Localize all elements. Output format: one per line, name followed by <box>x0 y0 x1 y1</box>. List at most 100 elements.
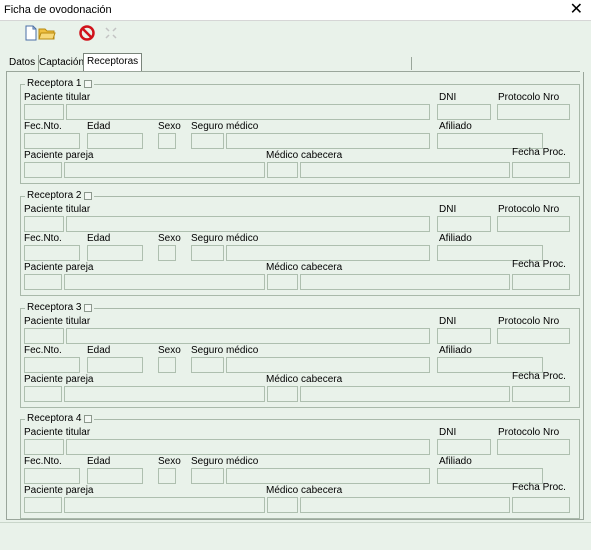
receptora-checkbox[interactable] <box>84 79 93 88</box>
paciente-pareja-label: Paciente pareja <box>24 374 94 385</box>
fec-nto-field[interactable] <box>24 245 80 261</box>
seguro-code-field[interactable] <box>191 468 224 484</box>
tab-receptoras[interactable]: Receptoras <box>83 53 143 72</box>
seguro-name-field[interactable] <box>226 468 430 484</box>
sexo-label: Sexo <box>158 345 181 356</box>
paciente-pareja-name-field[interactable] <box>64 386 265 402</box>
fec-nto-label: Fec.Nto. <box>24 456 62 467</box>
tab-datos[interactable]: Datos <box>6 55 40 71</box>
fec-nto-field[interactable] <box>24 357 80 373</box>
protocolo-field[interactable] <box>497 328 570 344</box>
protocolo-field[interactable] <box>497 216 570 232</box>
open-folder-icon[interactable] <box>38 24 56 42</box>
sexo-field[interactable] <box>158 357 176 373</box>
protocolo-field[interactable] <box>497 104 570 120</box>
receptora-legend: Receptora 3 <box>25 302 95 313</box>
paciente-pareja-code-field[interactable] <box>24 274 62 290</box>
paciente-pareja-code-field[interactable] <box>24 386 62 402</box>
paciente-titular-name-field[interactable] <box>66 439 430 455</box>
medico-name-field[interactable] <box>300 162 510 178</box>
bottom-bar <box>0 522 591 550</box>
dni-field[interactable] <box>437 328 491 344</box>
paciente-titular-code-field[interactable] <box>24 439 64 455</box>
medico-code-field[interactable] <box>267 497 298 513</box>
paciente-pareja-name-field[interactable] <box>64 497 265 513</box>
fecha-proc-field[interactable] <box>512 497 570 513</box>
cancel-icon[interactable] <box>78 24 96 42</box>
protocolo-label: Protocolo Nro <box>498 316 560 327</box>
paciente-pareja-label: Paciente pareja <box>24 150 94 161</box>
fecha-proc-label: Fecha Proc. <box>512 482 566 493</box>
dni-field[interactable] <box>437 104 491 120</box>
seguro-name-field[interactable] <box>226 133 430 149</box>
fecha-proc-field[interactable] <box>512 274 570 290</box>
sexo-field[interactable] <box>158 245 176 261</box>
tab-strip: Datos Captación Receptoras <box>6 53 584 72</box>
fec-nto-label: Fec.Nto. <box>24 345 62 356</box>
dni-field[interactable] <box>437 439 491 455</box>
close-icon[interactable]: ✕ <box>570 0 583 20</box>
window-title: Ficha de ovodonación <box>4 4 112 16</box>
sexo-field[interactable] <box>158 133 176 149</box>
protocolo-field[interactable] <box>497 439 570 455</box>
fecha-proc-field[interactable] <box>512 162 570 178</box>
receptora-group: Receptora 2 Paciente titular DNI Protoco… <box>20 190 580 296</box>
medico-name-field[interactable] <box>300 274 510 290</box>
receptora-checkbox[interactable] <box>84 414 93 423</box>
medico-name-field[interactable] <box>300 497 510 513</box>
paciente-pareja-label: Paciente pareja <box>24 485 94 496</box>
toolbar <box>0 21 591 45</box>
receptora-checkbox[interactable] <box>84 191 93 200</box>
fec-nto-field[interactable] <box>24 468 80 484</box>
receptora-title: Receptora 3 <box>27 302 82 313</box>
protocolo-label: Protocolo Nro <box>498 92 560 103</box>
receptoras-panel: Receptora 1 Paciente titular DNI Protoco… <box>6 72 584 520</box>
paciente-titular-name-field[interactable] <box>66 216 430 232</box>
edad-field[interactable] <box>87 245 143 261</box>
medico-code-field[interactable] <box>267 274 298 290</box>
seguro-code-field[interactable] <box>191 357 224 373</box>
seguro-label: Seguro médico <box>191 345 259 356</box>
title-bar: Ficha de ovodonación ✕ <box>0 0 591 21</box>
paciente-titular-label: Paciente titular <box>24 427 91 438</box>
fecha-proc-field[interactable] <box>512 386 570 402</box>
seguro-label: Seguro médico <box>191 456 259 467</box>
fecha-proc-label: Fecha Proc. <box>512 259 566 270</box>
medico-code-field[interactable] <box>267 162 298 178</box>
paciente-pareja-label: Paciente pareja <box>24 262 94 273</box>
seguro-name-field[interactable] <box>226 245 430 261</box>
paciente-titular-label: Paciente titular <box>24 316 91 327</box>
seguro-name-field[interactable] <box>226 357 430 373</box>
medico-cabecera-label: Médico cabecera <box>266 374 343 385</box>
paciente-pareja-code-field[interactable] <box>24 162 62 178</box>
seguro-code-field[interactable] <box>191 245 224 261</box>
afiliado-label: Afiliado <box>439 233 472 244</box>
receptora-title: Receptora 2 <box>27 190 82 201</box>
fec-nto-label: Fec.Nto. <box>24 121 62 132</box>
medico-code-field[interactable] <box>267 386 298 402</box>
sexo-field[interactable] <box>158 468 176 484</box>
dni-field[interactable] <box>437 216 491 232</box>
paciente-titular-code-field[interactable] <box>24 216 64 232</box>
paciente-pareja-name-field[interactable] <box>64 274 265 290</box>
paciente-pareja-code-field[interactable] <box>24 497 62 513</box>
receptora-group: Receptora 4 Paciente titular DNI Protoco… <box>20 413 580 519</box>
tab-captacion[interactable]: Captación <box>36 55 89 71</box>
sexo-label: Sexo <box>158 121 181 132</box>
edad-field[interactable] <box>87 133 143 149</box>
receptora-title: Receptora 4 <box>27 413 82 424</box>
fec-nto-field[interactable] <box>24 133 80 149</box>
paciente-pareja-name-field[interactable] <box>64 162 265 178</box>
paciente-titular-name-field[interactable] <box>66 328 430 344</box>
edad-field[interactable] <box>87 468 143 484</box>
receptora-checkbox[interactable] <box>84 303 93 312</box>
sexo-label: Sexo <box>158 233 181 244</box>
medico-name-field[interactable] <box>300 386 510 402</box>
fecha-proc-label: Fecha Proc. <box>512 371 566 382</box>
edad-field[interactable] <box>87 357 143 373</box>
paciente-titular-name-field[interactable] <box>66 104 430 120</box>
paciente-titular-code-field[interactable] <box>24 328 64 344</box>
seguro-code-field[interactable] <box>191 133 224 149</box>
medico-cabecera-label: Médico cabecera <box>266 485 343 496</box>
paciente-titular-code-field[interactable] <box>24 104 64 120</box>
